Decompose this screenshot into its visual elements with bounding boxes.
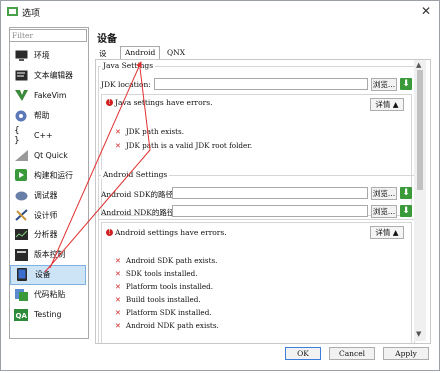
sidebar-item-label: C++: [34, 131, 53, 140]
sidebar-item-version-control[interactable]: 版本控制: [10, 245, 86, 265]
page-title: 设备: [97, 34, 117, 45]
error-x-icon: ✕: [115, 282, 121, 291]
ndk-download-icon[interactable]: ⬇: [400, 205, 412, 217]
sidebar-item-help[interactable]: 帮助: [10, 106, 86, 126]
sidebar-item-build-run[interactable]: 构建和运行: [10, 165, 86, 185]
version-control-icon: [14, 248, 28, 261]
error-x-icon: ✕: [115, 269, 121, 278]
sidebar-item-devices[interactable]: 设备: [10, 264, 86, 285]
text-editor-icon: [14, 69, 28, 82]
java-error-summary: ! Java settings have errors.: [106, 98, 212, 107]
error-x-icon: ✕: [115, 295, 121, 304]
java-error-title: Java settings have errors.: [115, 98, 213, 107]
sidebar-item-label: 构建和运行: [34, 170, 73, 180]
sidebar-item-text-editor[interactable]: 文本编辑器: [10, 66, 86, 86]
code-paste-icon: [14, 288, 28, 301]
scroll-up-arrow-icon[interactable]: ▲: [416, 61, 421, 69]
sidebar-item-debugger[interactable]: 调试器: [10, 185, 86, 205]
build-run-icon: [14, 169, 28, 182]
error-x-icon: ✕: [115, 127, 121, 136]
jdk-location-input[interactable]: [154, 78, 368, 90]
category-list: 环境 文本编辑器 FakeVim 帮助 { } C++ Qt Quick 构建和运…: [10, 46, 86, 324]
error-icon: !: [106, 99, 113, 106]
sdk-browse-button[interactable]: 浏览...: [371, 187, 397, 200]
android-settings-title: Android Settings: [101, 170, 170, 179]
sidebar-item-qt-quick[interactable]: Qt Quick: [10, 145, 86, 165]
jdk-location-label: JDK location:: [101, 80, 151, 89]
filter-input[interactable]: Filter: [9, 29, 87, 42]
java-check-item: ✕ JDK path is a valid JDK root folder.: [115, 141, 253, 150]
error-x-icon: ✕: [115, 321, 121, 330]
help-icon: [14, 109, 28, 122]
error-x-icon: ✕: [115, 256, 121, 265]
sidebar-item-label: 分析器: [34, 230, 58, 240]
sidebar-item-testing[interactable]: QA Testing: [10, 305, 86, 325]
android-settings-panel: Java Settings JDK location: 浏览... ⬇ ! Jav…: [95, 59, 431, 344]
java-check-item: ✕ JDK path exists.: [115, 127, 185, 136]
designer-icon: [14, 209, 28, 222]
scrollbar-thumb[interactable]: [417, 70, 423, 190]
android-error-title: Android settings have errors.: [115, 228, 227, 237]
qtquick-icon: [14, 149, 28, 162]
sidebar-item-label: 调试器: [34, 190, 58, 200]
sdk-path-label: Android SDK的路径:: [101, 190, 176, 199]
sdk-download-icon[interactable]: ⬇: [400, 187, 412, 199]
android-check-item: ✕ Platform tools installed.: [115, 282, 214, 291]
apply-button[interactable]: Apply: [383, 347, 429, 360]
jdk-download-icon[interactable]: ⬇: [400, 78, 412, 90]
cpp-braces-icon: { }: [14, 125, 20, 146]
sidebar-item-label: 代码粘贴: [34, 290, 66, 300]
svg-text:QA: QA: [16, 312, 28, 320]
sdk-path-input[interactable]: [172, 187, 368, 199]
ok-button[interactable]: OK: [285, 347, 321, 360]
java-details-button[interactable]: 详情 ▲: [370, 98, 404, 111]
tab-qnx[interactable]: QNX: [163, 47, 189, 59]
jdk-browse-button[interactable]: 浏览...: [371, 78, 397, 91]
sidebar-item-cpp[interactable]: { } C++: [10, 126, 86, 146]
android-check-item: ✕ Android SDK path exists.: [115, 256, 218, 265]
qa-testing-icon: QA: [14, 308, 28, 321]
sidebar-item-fakevim[interactable]: FakeVim: [10, 86, 86, 106]
sidebar-item-label: 设计师: [34, 210, 58, 220]
close-button[interactable]: ✕: [421, 4, 431, 18]
sidebar-item-label: 版本控制: [34, 250, 66, 260]
scroll-down-arrow-icon[interactable]: ▼: [416, 330, 421, 338]
ndk-path-input[interactable]: [172, 205, 368, 217]
app-icon: [7, 7, 18, 16]
sidebar-item-code-paste[interactable]: 代码粘贴: [10, 285, 86, 305]
analyzer-icon: [14, 228, 28, 241]
monitor-icon: [14, 49, 28, 62]
window-title: 选项: [22, 9, 41, 19]
device-icon: [15, 268, 29, 282]
sidebar-item-analyzer[interactable]: 分析器: [10, 225, 86, 245]
sidebar-item-label: 帮助: [34, 111, 50, 121]
sidebar-item-environment[interactable]: 环境: [10, 46, 86, 66]
tab-android[interactable]: Android: [120, 46, 161, 60]
sidebar-item-label: Testing: [34, 310, 62, 320]
error-icon: !: [106, 229, 113, 236]
sidebar-item-designer[interactable]: 设计师: [10, 205, 86, 225]
sidebar-item-label: FakeVim: [34, 91, 67, 101]
android-check-item: ✕ Platform SDK installed.: [115, 308, 212, 317]
debugger-icon: [14, 189, 28, 202]
android-details-button[interactable]: 详情 ▲: [370, 226, 404, 239]
sidebar-item-label: Qt Quick: [34, 150, 68, 160]
fakevim-icon: [14, 89, 28, 102]
sidebar-item-label: 文本编辑器: [34, 71, 73, 81]
android-check-item: ✕ Build tools installed.: [115, 295, 201, 304]
tab-devices[interactable]: 设备: [95, 47, 111, 69]
error-x-icon: ✕: [115, 308, 121, 317]
sidebar-item-label: 设备: [35, 270, 51, 280]
android-check-item: ✕ Android NDK path exists.: [115, 321, 219, 330]
java-settings-title: Java Settings: [101, 61, 156, 70]
title-bar: 选项 ✕: [1, 1, 439, 23]
android-error-summary: ! Android settings have errors.: [106, 228, 227, 237]
error-x-icon: ✕: [115, 141, 121, 150]
ndk-path-label: Android NDK的路径:: [101, 208, 177, 217]
cancel-button[interactable]: Cancel: [329, 347, 375, 360]
ndk-browse-button[interactable]: 浏览...: [371, 205, 397, 218]
android-check-item: ✕ SDK tools installed.: [115, 269, 198, 278]
sidebar-item-label: 环境: [34, 51, 50, 61]
